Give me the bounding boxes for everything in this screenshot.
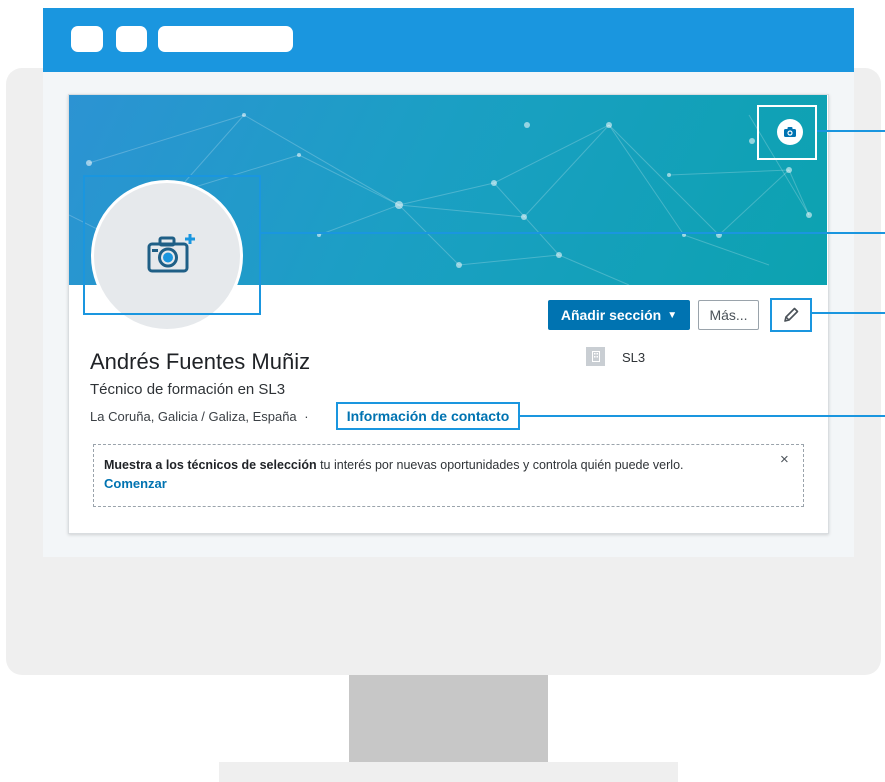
browser-address-bar[interactable] <box>158 26 293 52</box>
notice-body-text: tu interés por nuevas oportunidades y co… <box>316 458 684 472</box>
building-icon <box>591 351 600 362</box>
add-section-button[interactable]: Añadir sección ▼ <box>548 300 690 330</box>
pencil-icon <box>784 307 799 322</box>
callout-line-photo <box>261 232 885 234</box>
notice-start-link[interactable]: Comenzar <box>104 476 167 491</box>
add-section-label: Añadir sección <box>560 307 662 323</box>
monitor-stand-neck <box>349 675 548 762</box>
contact-info-link[interactable]: Información de contacto <box>336 402 520 430</box>
callout-line-cover <box>817 130 885 132</box>
callout-line-edit <box>812 312 885 314</box>
browser-button-2[interactable] <box>116 26 147 52</box>
edit-cover-photo-button[interactable] <box>777 119 803 145</box>
profile-location: La Coruña, Galicia / Galiza, España · <box>90 409 309 424</box>
chevron-down-icon: ▼ <box>667 309 678 321</box>
callout-line-contact <box>520 415 885 417</box>
profile-headline: Técnico de formación en SL3 <box>90 381 286 398</box>
notice-bold-text: Muestra a los técnicos de selección <box>104 458 317 472</box>
location-text: La Coruña, Galicia / Galiza, España <box>90 409 297 424</box>
notice-message: Muestra a los técnicos de selección tu i… <box>104 458 684 472</box>
company-logo[interactable] <box>586 347 605 366</box>
monitor-stand-base <box>219 762 678 782</box>
profile-name: Andrés Fuentes Muñiz <box>90 349 311 374</box>
location-separator: · <box>304 409 309 424</box>
more-label: Más... <box>709 307 748 323</box>
company-name[interactable]: SL3 <box>622 350 645 365</box>
open-to-work-notice <box>93 444 804 507</box>
profile-photo-highlight <box>83 175 261 315</box>
more-button[interactable]: Más... <box>698 300 759 330</box>
edit-profile-button[interactable] <box>770 298 812 332</box>
camera-icon <box>784 127 796 137</box>
browser-button-1[interactable] <box>71 26 103 52</box>
close-icon[interactable]: × <box>780 451 789 468</box>
contact-info-label: Información de contacto <box>346 408 510 424</box>
